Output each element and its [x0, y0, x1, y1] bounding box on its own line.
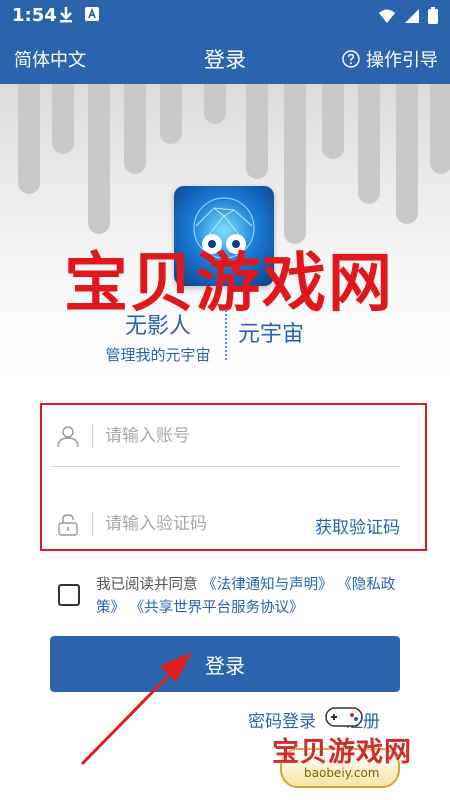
site-watermark: 宝贝游戏网 baobeiy.com [268, 700, 418, 792]
watermark-site-name: 宝贝游戏网 [272, 737, 412, 768]
watermark-site-url: baobeiy.com [304, 766, 380, 780]
gamepad-icon [325, 707, 363, 727]
arrow-annotation [80, 652, 192, 766]
